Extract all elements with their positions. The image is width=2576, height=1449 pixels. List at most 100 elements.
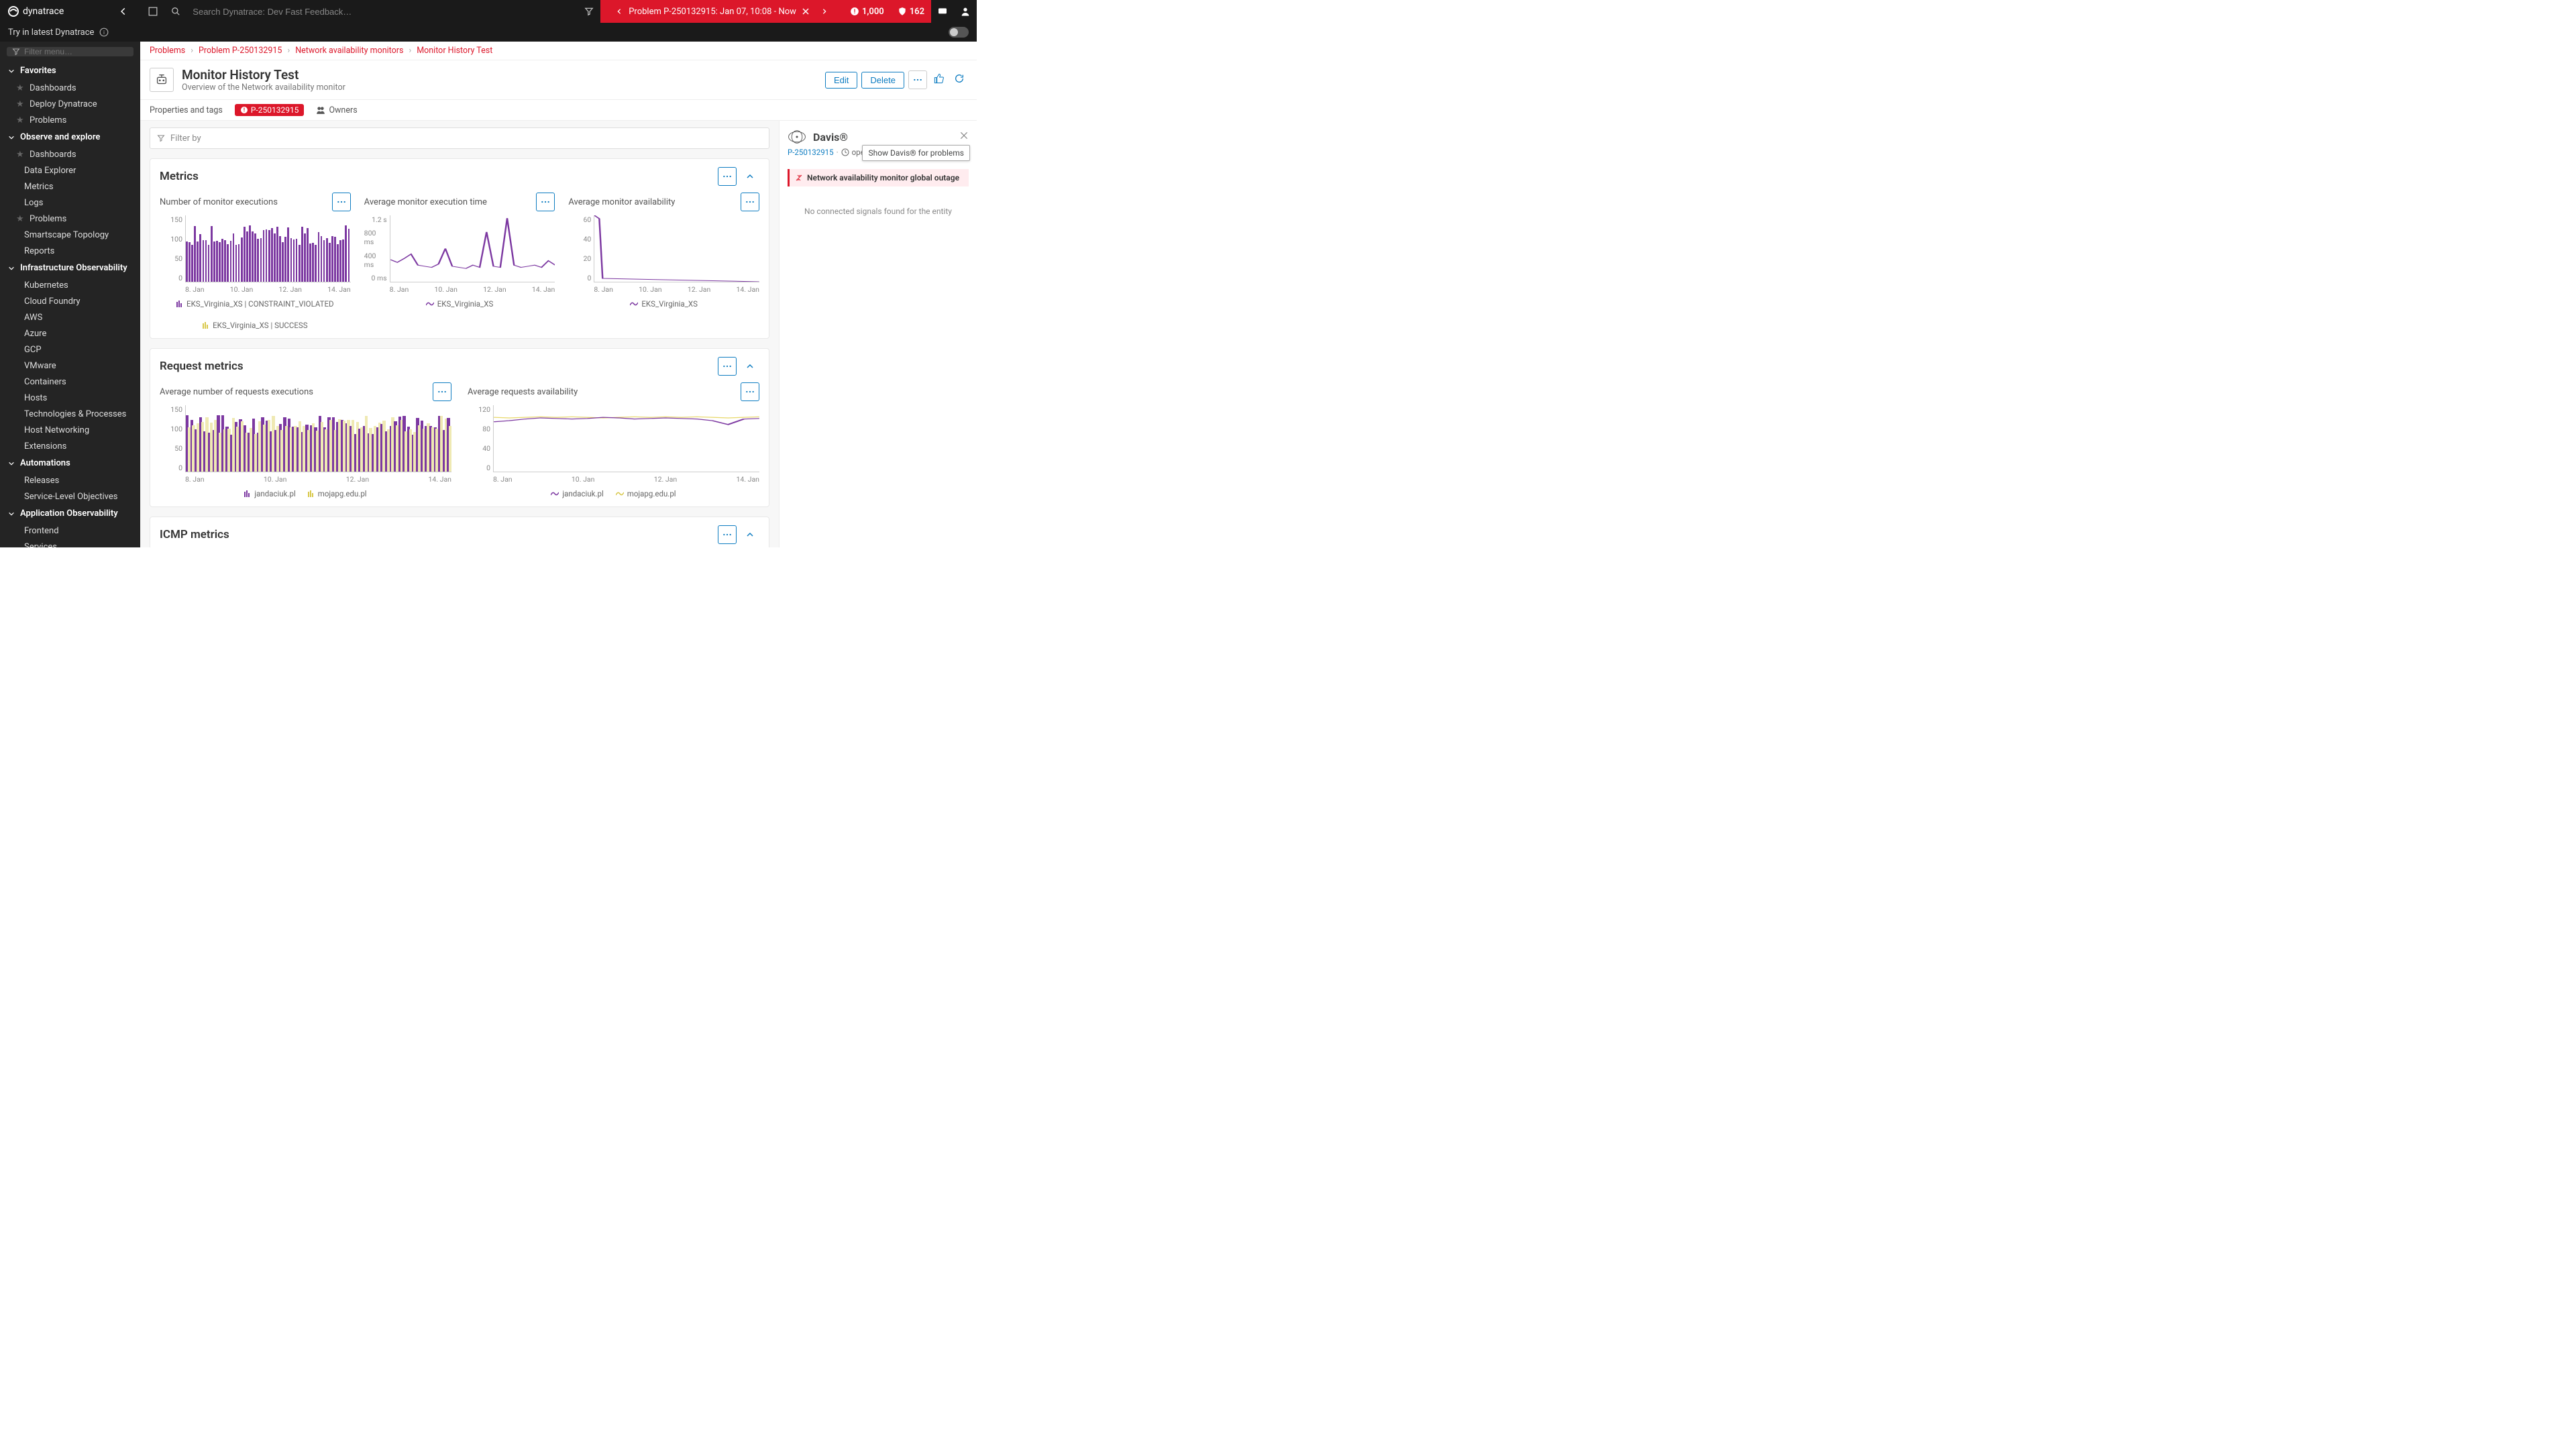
nav-item-gcp[interactable]: GCP <box>0 341 140 358</box>
legend-item[interactable]: EKS_Virginia_XS | SUCCESS <box>203 321 308 330</box>
problems-count-pill[interactable]: ! 1,000 <box>843 0 891 23</box>
delete-button[interactable]: Delete <box>861 72 904 89</box>
page-header: Monitor History Test Overview of the Net… <box>140 60 977 100</box>
filter-by-bar[interactable]: Filter by <box>150 127 769 149</box>
refresh-button[interactable] <box>951 73 967 87</box>
chat-icon <box>937 6 948 17</box>
nav-item-aws[interactable]: AWS <box>0 309 140 325</box>
nav-item-problems[interactable]: ★Problems <box>0 112 140 128</box>
chart-more-button[interactable] <box>332 193 351 211</box>
problem-banner[interactable]: Problem P-250132915: Jan 07, 10:08 - Now <box>600 0 843 23</box>
nav-item-dashboards[interactable]: ★Dashboards <box>0 146 140 162</box>
nav-item-reports[interactable]: Reports <box>0 243 140 259</box>
chart-more-button[interactable] <box>741 193 759 211</box>
nav-item-cloud-foundry[interactable]: Cloud Foundry <box>0 293 140 309</box>
legend-item[interactable]: EKS_Virginia_XS <box>426 299 494 309</box>
nav-section-application-observability[interactable]: Application Observability <box>0 504 140 523</box>
nav-item-frontend[interactable]: Frontend <box>0 523 140 539</box>
breadcrumb-1[interactable]: Problem P-250132915 <box>199 46 282 56</box>
davis-alert[interactable]: Network availability monitor global outa… <box>788 169 969 186</box>
bar-legend-icon <box>203 322 209 329</box>
problem-badge[interactable]: ! P-250132915 <box>235 104 305 116</box>
owners-link[interactable]: Owners <box>316 105 357 115</box>
nav-item-logs[interactable]: Logs <box>0 195 140 211</box>
user-menu-button[interactable] <box>954 0 977 23</box>
brand-logo[interactable]: dynatrace <box>0 6 72 17</box>
icmp-metrics-collapse-button[interactable] <box>741 525 759 544</box>
nav-section-automations[interactable]: Automations <box>0 454 140 472</box>
chat-button[interactable] <box>931 0 954 23</box>
legend-item[interactable]: jandaciuk.pl <box>551 489 603 498</box>
chart-more-button[interactable] <box>536 193 555 211</box>
nav-item-metrics[interactable]: Metrics <box>0 178 140 195</box>
properties-tags-link[interactable]: Properties and tags <box>150 105 223 115</box>
nav-item-kubernetes[interactable]: Kubernetes <box>0 277 140 293</box>
vuln-count-pill[interactable]: 162 <box>891 0 931 23</box>
nav-item-dashboards[interactable]: ★Dashboards <box>0 80 140 96</box>
nav-item-data-explorer[interactable]: Data Explorer <box>0 162 140 178</box>
more-actions-button[interactable] <box>908 70 927 89</box>
breadcrumb-0[interactable]: Problems <box>150 46 185 56</box>
breadcrumb-2[interactable]: Network availability monitors <box>295 46 403 56</box>
app-switcher-button[interactable] <box>142 0 164 23</box>
sidebar: Favorites★Dashboards★Deploy Dynatrace★Pr… <box>0 42 140 547</box>
star-icon: ★ <box>16 214 24 224</box>
nav-item-vmware[interactable]: VMware <box>0 358 140 374</box>
search-input[interactable] <box>193 7 394 17</box>
legend-item[interactable]: mojapg.edu.pl <box>308 489 367 498</box>
timeframe-filter-button[interactable] <box>578 0 600 23</box>
outage-icon <box>795 174 803 182</box>
chevron-down-icon <box>8 511 15 517</box>
prev-problem-arrow[interactable] <box>610 7 629 16</box>
nav-item-host-networking[interactable]: Host Networking <box>0 422 140 438</box>
chevron-left-icon <box>616 7 623 16</box>
nav-item-azure[interactable]: Azure <box>0 325 140 341</box>
chart-more-button[interactable] <box>741 382 759 401</box>
nav-item-technologies-processes[interactable]: Technologies & Processes <box>0 406 140 422</box>
icmp-metrics-more-button[interactable] <box>718 525 737 544</box>
nav-item-smartscape-topology[interactable]: Smartscape Topology <box>0 227 140 243</box>
try-latest-toggle[interactable] <box>949 27 969 38</box>
nav-item-deploy-dynatrace[interactable]: ★Deploy Dynatrace <box>0 96 140 112</box>
nav-item-containers[interactable]: Containers <box>0 374 140 390</box>
next-problem-arrow[interactable] <box>815 7 834 16</box>
nav-item-extensions[interactable]: Extensions <box>0 438 140 454</box>
breadcrumb: Problems›Problem P-250132915›Network ava… <box>140 42 977 60</box>
request-metrics-collapse-button[interactable] <box>741 357 759 376</box>
davis-problem-link[interactable]: P-250132915 <box>788 148 834 157</box>
dots-icon <box>541 201 550 203</box>
nav-section-infrastructure-observability[interactable]: Infrastructure Observability <box>0 259 140 277</box>
line-legend-icon <box>426 301 434 307</box>
nav-item-hosts[interactable]: Hosts <box>0 390 140 406</box>
legend-item[interactable]: jandaciuk.pl <box>244 489 295 498</box>
search-area <box>164 0 394 23</box>
close-problem-banner[interactable] <box>796 7 815 15</box>
search-button[interactable] <box>164 0 187 23</box>
nav-section-observe-and-explore[interactable]: Observe and explore <box>0 128 140 146</box>
thumbs-up-icon <box>934 73 945 84</box>
edit-button[interactable]: Edit <box>825 72 857 89</box>
nav-item-problems[interactable]: ★Problems <box>0 211 140 227</box>
sidebar-filter-box[interactable] <box>7 47 133 56</box>
legend-item[interactable]: EKS_Virginia_XS | CONSTRAINT_VIOLATED <box>176 299 334 309</box>
nav-item-services[interactable]: Services <box>0 539 140 547</box>
thumbs-up-button[interactable] <box>931 73 947 87</box>
legend-item[interactable]: EKS_Virginia_XS <box>630 299 698 309</box>
info-icon[interactable]: i <box>99 28 109 37</box>
nav-item-service-level-objectives[interactable]: Service-Level Objectives <box>0 488 140 504</box>
breadcrumb-3[interactable]: Monitor History Test <box>417 46 492 56</box>
request-metrics-more-button[interactable] <box>718 357 737 376</box>
back-button[interactable] <box>112 0 135 23</box>
chevron-down-icon <box>8 460 15 467</box>
metrics-collapse-button[interactable] <box>741 167 759 186</box>
request-metrics-card: Request metrics Average number of reques… <box>150 348 769 507</box>
nav-section-favorites[interactable]: Favorites <box>0 62 140 80</box>
metrics-more-button[interactable] <box>718 167 737 186</box>
legend-item[interactable]: mojapg.edu.pl <box>616 489 676 498</box>
nav-item-releases[interactable]: Releases <box>0 472 140 488</box>
davis-close-button[interactable] <box>959 131 969 143</box>
davis-icon <box>788 129 806 145</box>
sidebar-filter-input[interactable] <box>24 47 128 56</box>
owners-text: Owners <box>329 105 357 115</box>
chart-more-button[interactable] <box>433 382 451 401</box>
